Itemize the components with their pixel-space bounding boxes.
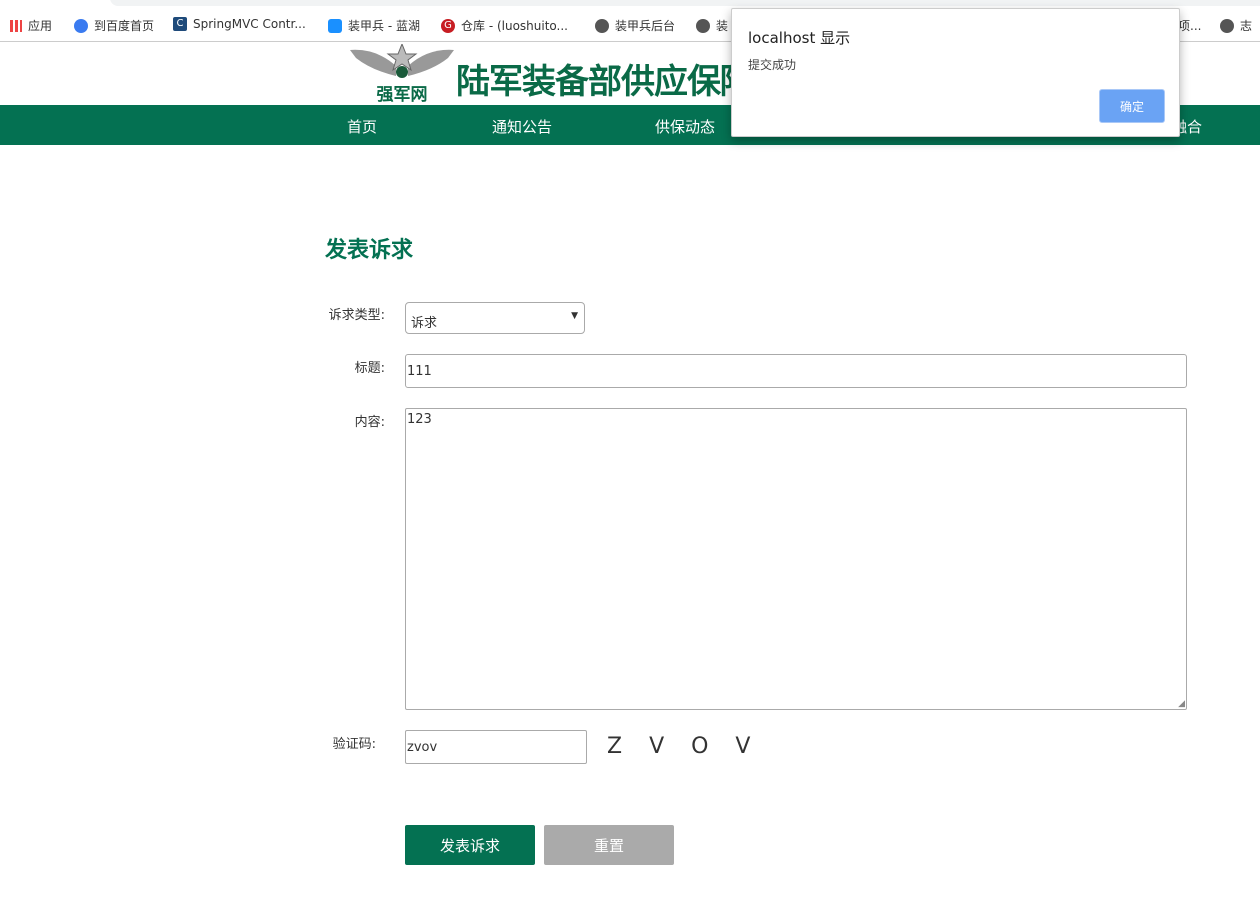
bookmark-partial-2[interactable]: 项...: [1178, 17, 1201, 34]
bookmark-baidu[interactable]: 到百度首页: [74, 17, 154, 34]
dialog-title: localhost 显示: [748, 29, 851, 47]
browser-tab-strip: [0, 0, 1260, 8]
resize-handle-icon[interactable]: ◢: [1178, 699, 1185, 709]
nav-notices[interactable]: 通知公告: [492, 116, 552, 137]
captcha-label: 验证码:: [332, 737, 376, 752]
title-label: 标题:: [354, 361, 385, 376]
apps-grid-icon: [10, 19, 22, 32]
lanhu-icon: [328, 18, 342, 33]
type-label: 诉求类型:: [328, 308, 385, 323]
site-c-icon: C: [173, 17, 187, 31]
gitee-g-icon: G: [441, 18, 455, 33]
baidu-paw-icon: [74, 18, 88, 33]
globe-icon: [595, 18, 609, 33]
captcha-image[interactable]: Z V O V: [607, 734, 760, 759]
bookmark-partial-3[interactable]: 志: [1220, 17, 1252, 34]
page-title: 发表诉求: [325, 238, 414, 263]
dropdown-arrow-icon: ▼: [571, 311, 578, 321]
alert-dialog: localhost 显示 提交成功 确定: [731, 8, 1180, 137]
captcha-input[interactable]: zvov: [405, 730, 587, 764]
bookmark-partial[interactable]: 装: [696, 17, 728, 34]
bookmark-admin[interactable]: 装甲兵后台: [595, 17, 675, 34]
globe-icon: [696, 18, 710, 33]
content-label: 内容:: [354, 415, 385, 430]
content-textarea[interactable]: 123 ◢: [405, 408, 1187, 710]
bookmark-springmvc[interactable]: C SpringMVC Contr...: [173, 17, 306, 31]
nav-home[interactable]: 首页: [347, 116, 377, 137]
bookmark-lanhu[interactable]: 装甲兵 - 蓝湖: [328, 17, 420, 34]
type-select[interactable]: 诉求 ▼: [405, 302, 585, 334]
dialog-message: 提交成功: [748, 58, 797, 72]
bookmark-gitee[interactable]: G 仓库 - (luoshuito...: [441, 17, 568, 34]
title-input[interactable]: 111: [405, 354, 1187, 388]
army-wings-logo: 强军网: [350, 44, 454, 102]
reset-button[interactable]: 重置: [544, 825, 674, 865]
globe-icon: [1220, 18, 1234, 33]
bookmark-apps[interactable]: 应用: [10, 17, 52, 34]
nav-supply-news[interactable]: 供保动态: [655, 116, 715, 137]
submit-button[interactable]: 发表诉求: [405, 825, 535, 865]
svg-text:强军网: 强军网: [377, 85, 428, 102]
dialog-ok-button[interactable]: 确定: [1099, 89, 1165, 123]
